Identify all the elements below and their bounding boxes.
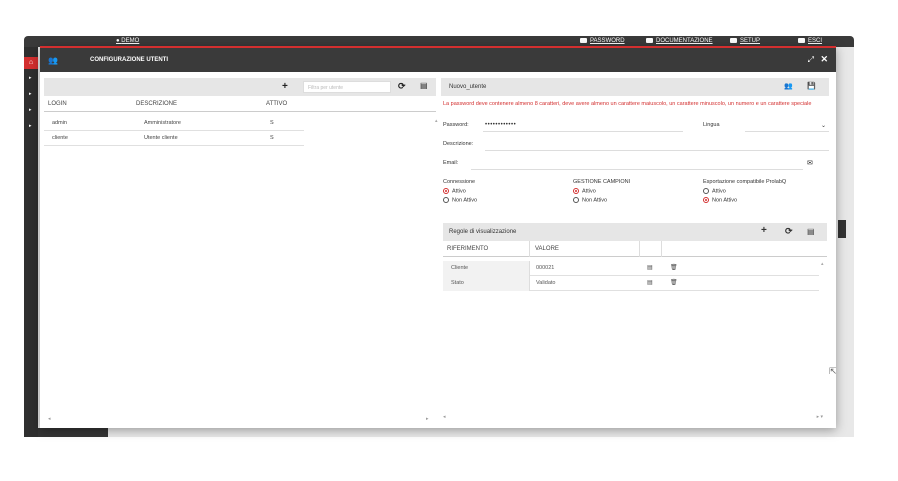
cell-descrizione: Utente cliente	[144, 135, 178, 141]
table-row[interactable]: Stato Validato ▤ 🗑	[443, 276, 819, 291]
chevron-down-icon[interactable]: ⌄	[821, 122, 826, 129]
connessione-non-attivo-radio[interactable]: Non Attivo	[443, 197, 477, 203]
users-list-pane: + Filtra per utente ⟳ ▤ LOGIN DESCRIZION…	[44, 78, 436, 424]
password-warning: La password deve contenere almeno 8 cara…	[443, 101, 812, 107]
column-header-login[interactable]: LOGIN	[48, 101, 67, 107]
connessione-attivo-radio[interactable]: Attivo	[443, 188, 466, 194]
refresh-icon[interactable]: ⟳	[785, 226, 793, 237]
cell-login: admin	[52, 120, 67, 126]
column-header-riferimento[interactable]: RIFERIMENTO	[447, 246, 488, 252]
password-field[interactable]: ••••••••••••	[485, 122, 516, 128]
documentazione-link[interactable]: DOCUMENTAZIONE	[646, 38, 713, 44]
refresh-icon[interactable]: ⟳	[398, 81, 406, 92]
esci-link[interactable]: ESCI	[798, 38, 822, 44]
lingua-label: Lingua	[703, 122, 720, 128]
cell-valore: 000021	[536, 265, 555, 271]
table-row[interactable]: admin Amministratore S	[44, 116, 304, 131]
key-icon	[580, 38, 587, 43]
user-menu[interactable]: ● DEMO	[116, 38, 139, 44]
esportazione-title: Esportazione compatibile ProlabQ	[703, 179, 787, 185]
expand-arrow-icon[interactable]: ▸	[29, 107, 32, 113]
cell-login: cliente	[52, 135, 68, 141]
background-strip	[838, 220, 846, 238]
user-detail-pane: Nuovo_utente 👥 💾 La password deve conten…	[441, 78, 837, 424]
rules-title: Regole di visualizzazione	[449, 229, 517, 235]
expand-arrow-icon[interactable]: ▸	[29, 91, 32, 97]
gestione-attivo-radio[interactable]: Attivo	[573, 188, 596, 194]
rules-vertical-scrollbar[interactable]: ▴	[821, 261, 824, 267]
descrizione-label: Descrizione:	[443, 141, 474, 147]
cell-attivo: S	[270, 120, 274, 126]
user-detail-title: Nuovo_utente	[449, 84, 487, 90]
users-horizontal-scrollbar[interactable]: ◂ ▸	[44, 416, 436, 422]
modal-header: 👥 CONFIGURAZIONE UTENTI ⤢ ✕	[40, 48, 836, 72]
home-icon[interactable]: ⌂	[24, 57, 38, 69]
gestione-non-attivo-radio[interactable]: Non Attivo	[573, 197, 607, 203]
add-rule-button[interactable]: +	[761, 225, 767, 236]
user-filter-input[interactable]: Filtra per utente	[303, 81, 391, 93]
background-footer	[38, 428, 108, 437]
expand-icon[interactable]: ⤢	[808, 55, 814, 65]
gear-icon	[730, 38, 737, 43]
column-header-descrizione[interactable]: DESCRIZIONE	[136, 101, 177, 107]
table-row[interactable]: Cliente 000021 ▤ 🗑	[443, 261, 819, 276]
descrizione-field[interactable]	[485, 150, 829, 151]
user-detail-toolbar: Nuovo_utente 👥 💾	[441, 78, 829, 96]
column-header-valore[interactable]: VALORE	[535, 246, 559, 252]
cell-descrizione: Amministratore	[144, 120, 181, 126]
users-icon: 👥	[48, 56, 58, 65]
users-vertical-scrollbar[interactable]: ▴	[435, 118, 438, 124]
password-link[interactable]: PASSWORD	[580, 38, 625, 44]
email-label: Email:	[443, 160, 459, 166]
lingua-select[interactable]	[745, 131, 829, 132]
left-sidebar: ⌂ ▸ ▸ ▸ ▸	[24, 47, 38, 437]
esportazione-attivo-radio[interactable]: Attivo	[703, 188, 726, 194]
mouse-cursor-icon: ⇱	[829, 366, 837, 376]
save-icon[interactable]: 💾	[807, 82, 816, 90]
export-icon[interactable]: ▤	[420, 81, 428, 90]
rules-horizontal-scrollbar[interactable]: ◂ ▸ ▾	[443, 414, 827, 420]
setup-link[interactable]: SETUP	[730, 38, 760, 44]
cell-riferimento: Stato	[451, 280, 464, 286]
esportazione-non-attivo-radio[interactable]: Non Attivo	[703, 197, 737, 203]
expand-arrow-icon[interactable]: ▸	[29, 123, 32, 129]
email-field[interactable]	[471, 169, 803, 170]
table-row[interactable]: cliente Utente cliente S	[44, 131, 304, 146]
rules-toolbar: Regole di visualizzazione + ⟳ ▤	[443, 223, 827, 241]
power-icon	[798, 38, 805, 43]
edit-icon[interactable]: ▤	[647, 264, 653, 271]
edit-icon[interactable]: ▤	[647, 279, 653, 286]
password-underline	[483, 131, 683, 132]
rules-grid-header: RIFERIMENTO VALORE	[443, 241, 827, 257]
connessione-title: Connessione	[443, 179, 476, 185]
export-icon[interactable]: ▤	[807, 227, 815, 236]
trash-icon[interactable]: 🗑	[670, 264, 678, 271]
config-users-modal: 👥 CONFIGURAZIONE UTENTI ⤢ ✕ + Filtra per…	[40, 46, 837, 428]
cell-valore: Validato	[536, 280, 556, 286]
column-header-attivo[interactable]: ATTIVO	[266, 101, 287, 107]
gestione-campioni-title: GESTIONE CAMPIONI	[573, 179, 631, 185]
cell-riferimento: Cliente	[451, 265, 469, 271]
expand-arrow-icon[interactable]: ▸	[29, 75, 32, 81]
trash-icon[interactable]: 🗑	[670, 279, 678, 286]
close-icon[interactable]: ✕	[820, 54, 828, 65]
modal-title: CONFIGURAZIONE UTENTI	[90, 57, 168, 63]
cell-attivo: S	[270, 135, 274, 141]
user-group-icon[interactable]: 👥	[784, 82, 793, 90]
users-toolbar: + Filtra per utente ⟳ ▤	[44, 78, 436, 96]
password-label: Password:	[443, 122, 469, 128]
mail-icon[interactable]: ✉	[807, 159, 813, 167]
folder-icon	[646, 38, 653, 43]
users-grid-header: LOGIN DESCRIZIONE ATTIVO	[44, 96, 436, 112]
add-user-button[interactable]: +	[282, 81, 288, 92]
